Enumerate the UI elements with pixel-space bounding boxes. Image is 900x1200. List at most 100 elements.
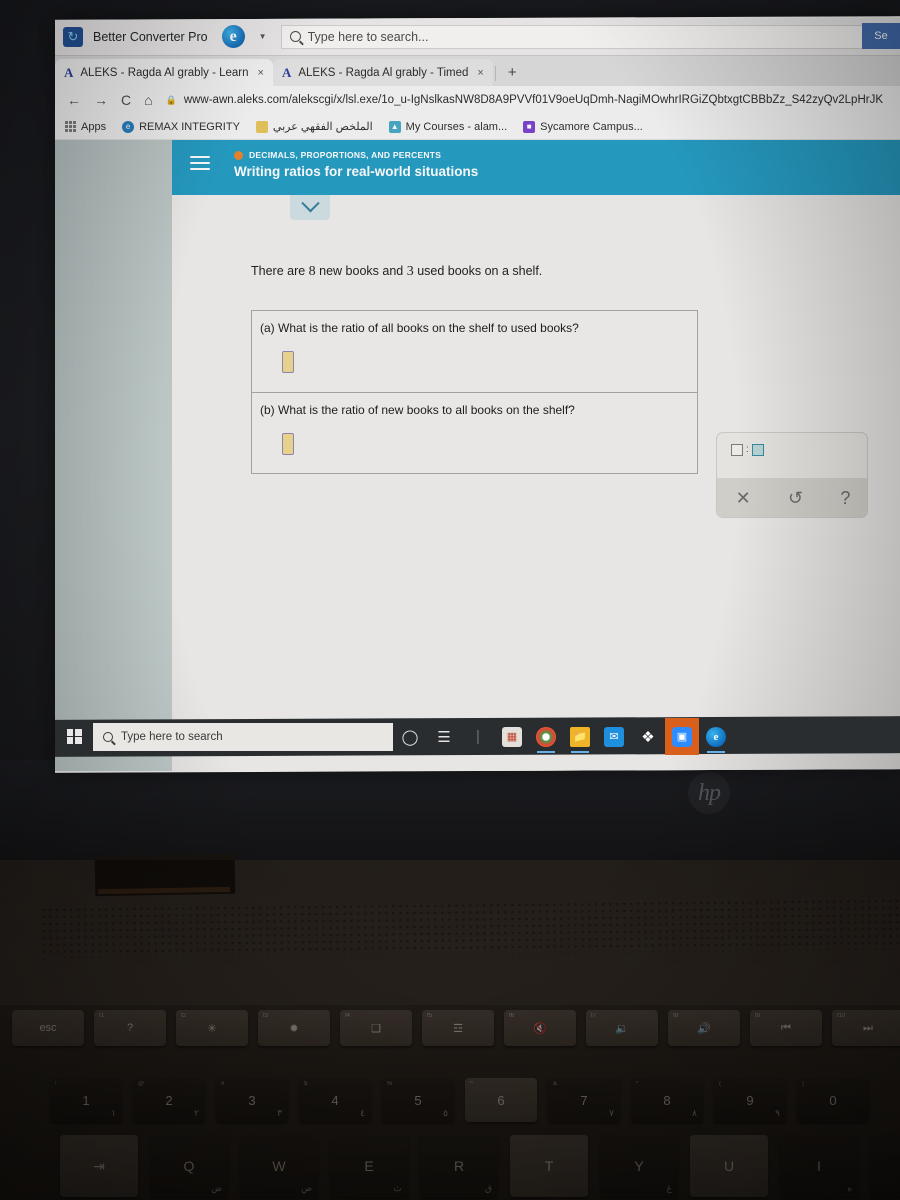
f5-key[interactable]: f5 ☲ [422,1010,494,1046]
bookmark-arabic-summary[interactable]: الملخص الفقهي عربي [255,120,373,133]
mail-icon[interactable]: ✉ [597,718,631,755]
screen-bezel-bottom [0,760,900,860]
close-icon[interactable]: × [477,67,483,79]
key-r[interactable]: Rق [420,1135,498,1197]
bookmark-sycamore[interactable]: ■ Sycamore Campus... [523,120,643,133]
key-e-arabic: ث [393,1183,402,1193]
key-w[interactable]: Wص [240,1135,318,1197]
f2-key-top: f2 [181,1013,187,1019]
taskbar-search-input[interactable]: Type here to search [93,722,393,751]
esc-key[interactable]: esc [12,1010,84,1046]
key-8[interactable]: * 8 ٨ [631,1078,703,1122]
f6-key[interactable]: f6 🔇 [504,1010,576,1046]
chevron-down-icon[interactable] [290,195,330,220]
microsoft-edge-icon[interactable]: e [699,718,733,755]
reload-icon[interactable]: C [121,92,131,108]
f9-key[interactable]: f9 ⏮ [750,1010,822,1046]
new-tab-button[interactable]: + [498,59,527,86]
key-7-arabic: ٧ [609,1108,614,1118]
key-e-label: E [364,1158,374,1174]
key-6[interactable]: ^ 6 [465,1078,537,1122]
f3-key-label: ✹ [289,1022,299,1035]
hamburger-menu-icon[interactable] [190,156,210,170]
cortana-circle-icon[interactable]: ◯ [393,718,427,755]
url-input[interactable]: 🔒 www-awn.aleks.com/alekscgi/x/lsl.exe/1… [166,90,896,110]
key-5[interactable]: % 5 ٥ [382,1078,454,1122]
key-q[interactable]: Qض [150,1135,228,1197]
f10-key[interactable]: f10 ⏭ [832,1010,900,1046]
browser-tab-timed[interactable]: A ALEKS - Ragda Al grably - Timed × [272,59,493,86]
f6-key-top: f6 [509,1013,515,1019]
key-tab[interactable]: ⇥ [60,1135,138,1197]
key-w-label: W [272,1158,286,1174]
back-icon[interactable]: ← [67,92,81,108]
home-icon[interactable]: ⌂ [144,92,152,108]
google-chrome-icon[interactable] [529,718,563,755]
zoom-icon[interactable]: ▣ [665,718,699,755]
key-4-label: 4 [331,1092,339,1108]
key-o[interactable]: Oخ [870,1135,900,1197]
keyboard-number-row: ! 1 ١ @2 ٢ #3 ٣ $4 ٤ % 5 ٥ ^ 6 & 7 ٧ * 8 ٨ (9 ٩ ) 0 [50,1078,869,1122]
converter-search-input[interactable]: Type here to search... [280,24,896,49]
key-e[interactable]: Eث [330,1135,408,1197]
key-2[interactable]: @2 ٢ [133,1078,205,1122]
close-icon[interactable]: × [258,67,264,79]
app-name-label: Better Converter Pro [93,29,208,44]
key-tab-label: ⇥ [93,1157,105,1174]
tab-divider [494,66,496,81]
problem-new-count: 8 [308,264,316,279]
forward-icon[interactable]: → [94,92,108,108]
key-9[interactable]: (9 ٩ [714,1078,786,1122]
undo-icon[interactable]: ↺ [788,488,803,509]
f8-key[interactable]: f8 🔊 [668,1010,740,1046]
bookmark-label: REMAX INTEGRITY [139,120,240,133]
bookmark-apps[interactable]: Apps [65,121,106,133]
help-icon[interactable]: ? [840,488,850,509]
f1-key[interactable]: f1? [94,1010,166,1046]
key-i-arabic: ه [847,1183,852,1193]
f4-key[interactable]: f4 ❑ [340,1010,412,1046]
breadcrumb-label: DECIMALS, PROPORTIONS, AND PERCENTS [249,150,442,160]
search-submit-button[interactable]: Se [862,23,900,49]
task-view-icon[interactable]: ☰ [427,718,461,755]
bookmark-remax[interactable]: e REMAX INTEGRITY [122,120,240,133]
problem-prefix: There are [251,264,309,278]
key-t[interactable]: T [510,1135,588,1197]
key-1-top: ! [55,1081,57,1087]
key-u-label: U [723,1158,735,1174]
microsoft-store-icon[interactable]: ▦ [495,718,529,755]
key-9-label: 9 [746,1092,754,1108]
key-y[interactable]: Yغ [600,1135,678,1197]
key-i[interactable]: Iه [780,1135,858,1197]
key-u[interactable]: U [690,1135,768,1197]
windows-start-icon[interactable] [55,718,93,755]
key-7[interactable]: & 7 ٧ [548,1078,620,1122]
clear-icon[interactable]: ✕ [736,488,751,509]
file-explorer-icon[interactable]: 📁 [563,718,597,755]
key-1[interactable]: ! 1 ١ [50,1078,122,1122]
key-t-label: T [544,1158,554,1174]
f2-key[interactable]: f2 ✳ [176,1010,248,1046]
answer-input-a[interactable] [282,351,294,373]
question-b: (b) What is the ratio of new books to al… [251,392,698,474]
key-3[interactable]: #3 ٣ [216,1078,288,1122]
esc-key-label: esc [39,1022,57,1034]
search-placeholder: Type here to search... [307,29,429,44]
f7-key[interactable]: f7 🔉 [586,1010,658,1046]
problem-used-count: 3 [406,264,414,279]
key-0[interactable]: ) 0 [797,1078,869,1122]
browser-tab-learn[interactable]: A ALEKS - Ragda Al grably - Learn × [55,59,273,86]
bookmark-my-courses[interactable]: ▲ My Courses - alam... [388,120,507,133]
answer-input-b[interactable] [282,433,294,455]
key-r-label: R [453,1158,465,1174]
f3-key[interactable]: f3 ✹ [258,1010,330,1046]
caret-down-icon[interactable]: ▼ [255,32,271,41]
aleks-a-icon: A [281,64,292,80]
ratio-box-colon-box-button[interactable]: : [731,444,764,456]
page-viewport: DECIMALS, PROPORTIONS, AND PERCENTS Writ… [55,140,900,771]
sycamore-icon: ■ [523,120,536,133]
key-4[interactable]: $4 ٤ [299,1078,371,1122]
key-r-arabic: ق [485,1183,492,1193]
edge-browser-icon[interactable]: e [221,25,245,48]
dropbox-icon[interactable]: ❖ [631,718,665,755]
